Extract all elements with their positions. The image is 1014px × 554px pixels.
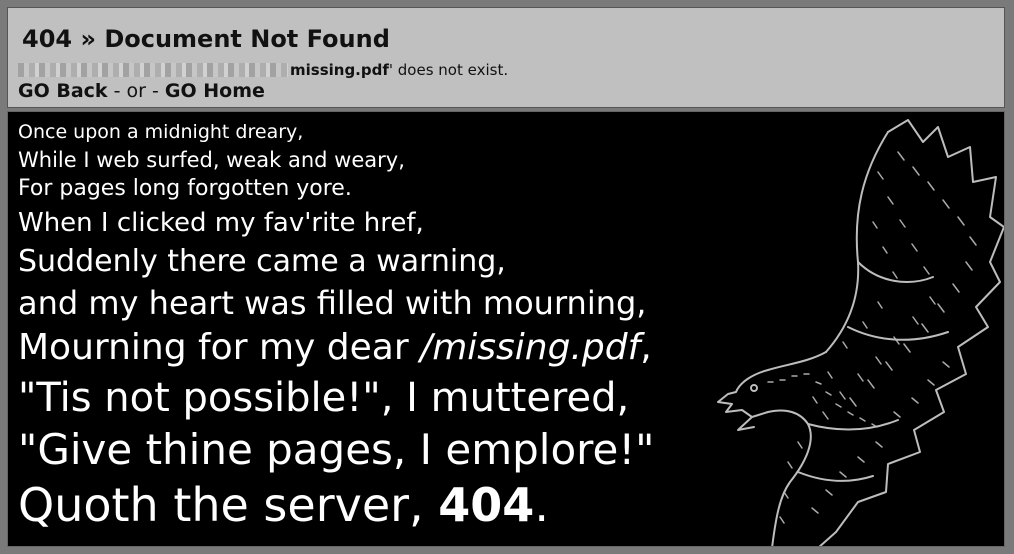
poem-line: Once upon a midnight dreary, [18,121,304,143]
poem-line: and my heart was filled with mourning, [18,284,647,322]
poem-line: Mourning for my dear /missing.pdf, [18,324,654,372]
error-code: 404 [438,478,535,532]
go-home-link[interactable]: GO Home [165,80,265,102]
raven-illustration [717,119,1004,546]
period: . [534,478,549,532]
poem-line-text: Quoth the server, [18,478,439,532]
missing-filename: missing.pdf [290,61,389,79]
poem-line: When I clicked my fav'rite href, [18,208,424,238]
poem-line: Quoth the server, 404. [18,476,654,534]
poem-line: Suddenly there came a warning, [18,244,506,279]
poem-line: While I web surfed, weak and weary, [18,148,405,172]
poem-panel: Once upon a midnight dreary, While I web… [7,111,1005,547]
error-message: missing.pdf ' does not exist. [18,60,508,80]
go-back-link[interactable]: GO Back [18,80,108,102]
poem-line: "Give thine pages, I emplore!" [18,425,655,474]
comma: , [640,327,652,368]
poem-line: "Tis not possible!", I muttered, [18,375,630,421]
missing-path: /missing.pdf [420,327,641,368]
redacted-url [18,63,288,77]
poem-text: Once upon a midnight dreary, While I web… [18,118,654,534]
error-navigation: GO Back - or - GO Home [18,78,265,104]
poem-line-text: Mourning for my dear [18,327,421,368]
error-header: 404 » Document Not Found missing.pdf ' do… [7,7,1005,108]
message-suffix: ' does not exist. [388,61,509,79]
page-title: 404 » Document Not Found [22,25,390,53]
or-separator: - or - [107,80,165,102]
poem-line: For pages long forgotten yore. [18,176,352,201]
